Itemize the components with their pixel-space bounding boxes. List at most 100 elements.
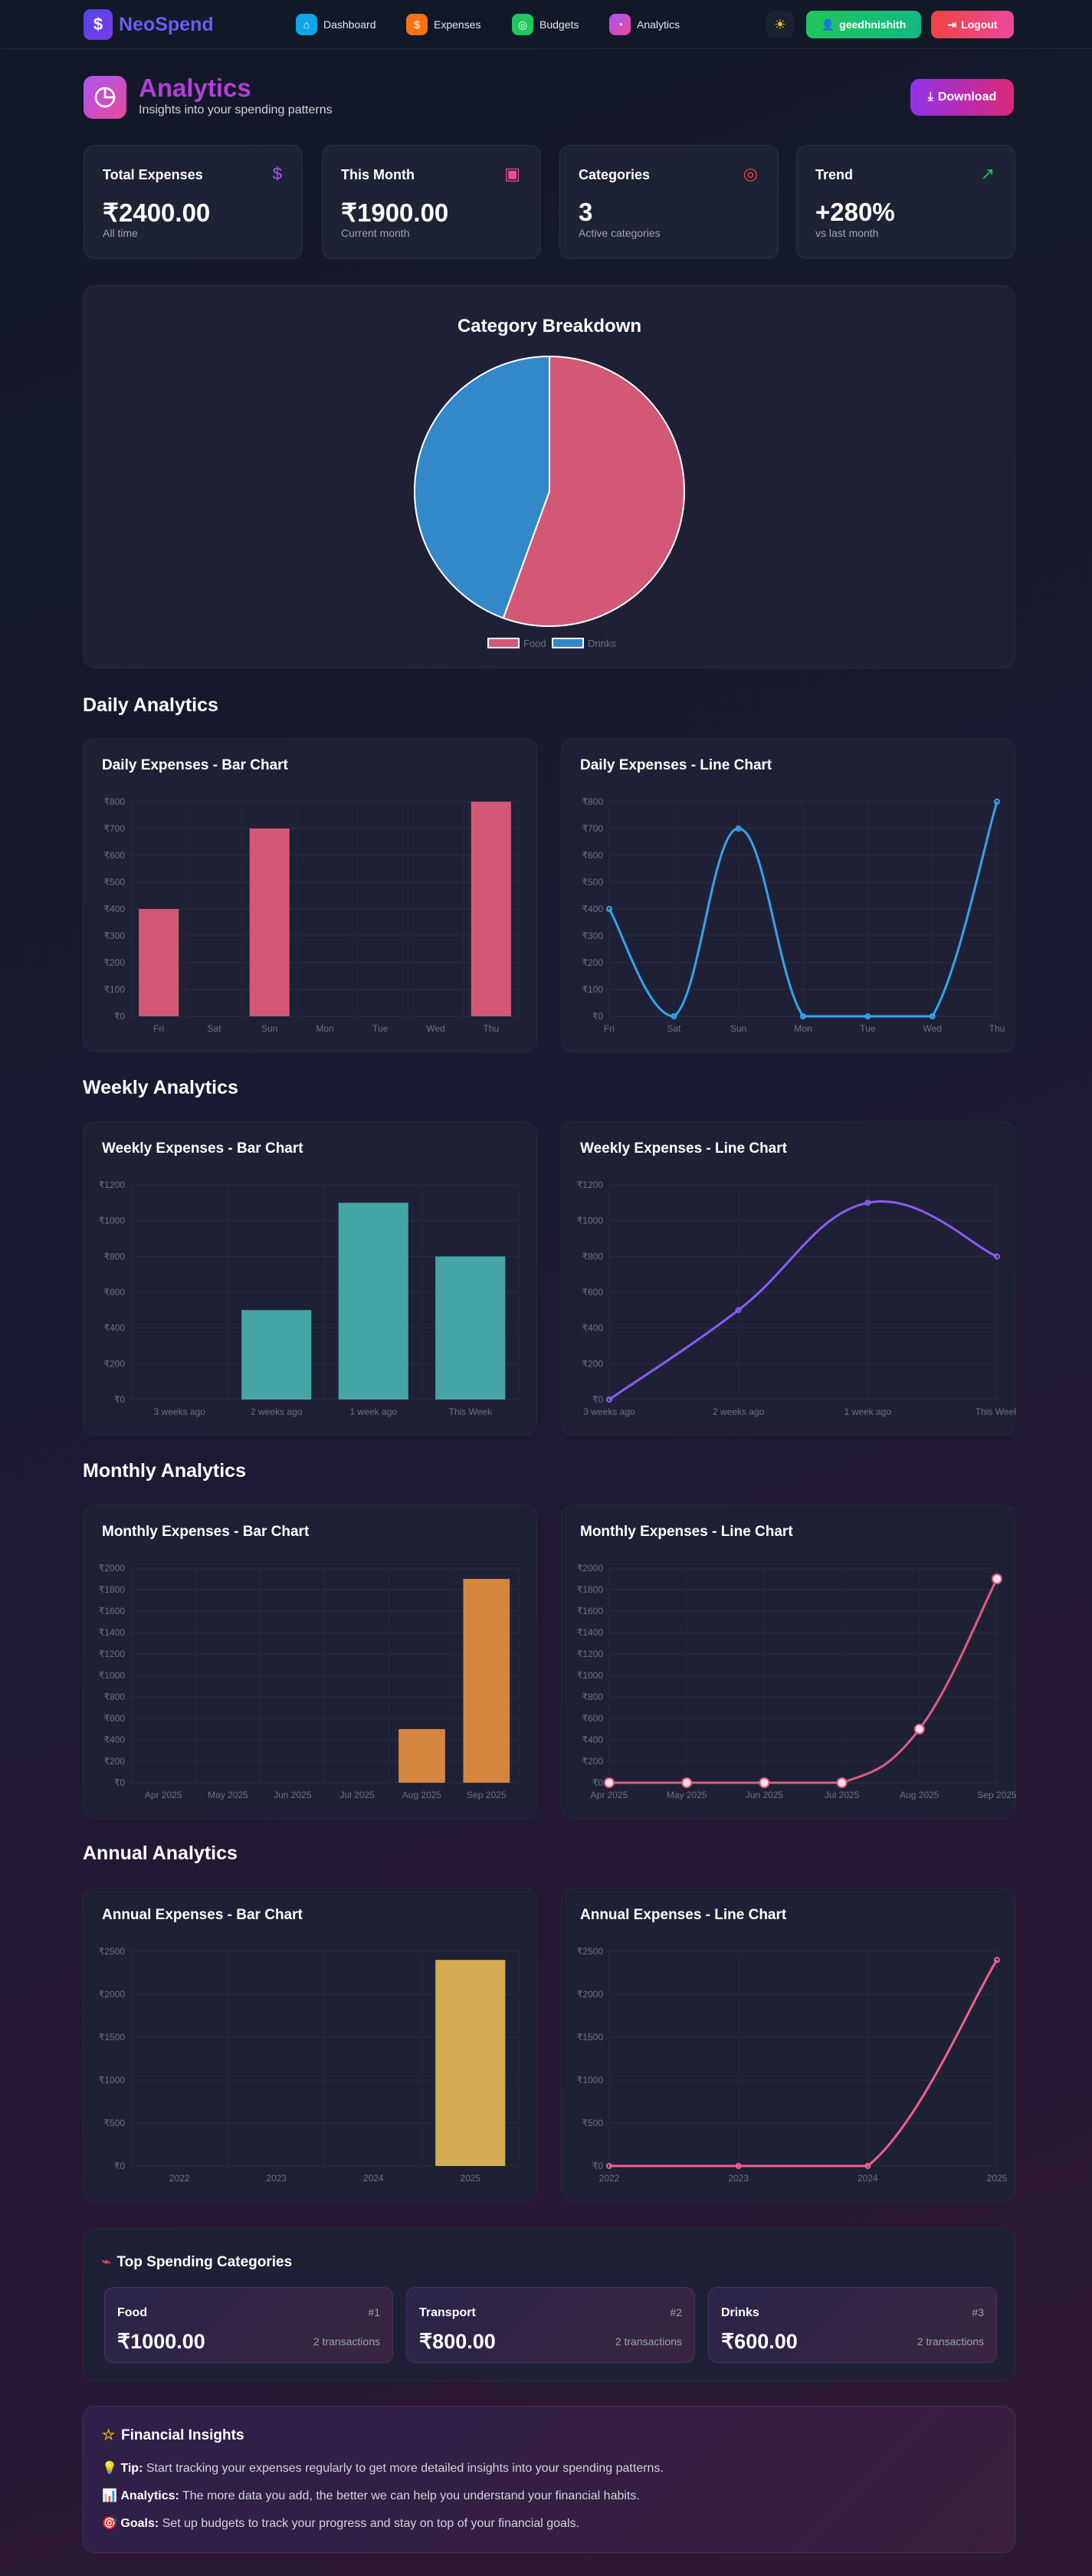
y-tick-label: ₹700 bbox=[582, 823, 603, 834]
download-button[interactable]: ⤓ Download bbox=[910, 79, 1014, 116]
calendar-icon: ▣ bbox=[504, 164, 520, 183]
chart-card: Monthly Expenses - Bar Chart ₹0 ₹200 ₹400 ₹6… bbox=[83, 1505, 537, 1819]
section-title-monthly: Monthly Analytics bbox=[83, 1460, 246, 1482]
top-categories-card: ⌁ Top Spending Categories Food #1 ₹1000.00 2… bbox=[83, 2228, 1015, 2381]
nav-budgets[interactable]: ◎ Budgets bbox=[512, 14, 579, 35]
series-line bbox=[608, 1578, 999, 1784]
stat-sub: vs last month bbox=[815, 227, 879, 239]
y-tick-label: ₹1600 bbox=[577, 1606, 604, 1616]
y-tick-label: ₹300 bbox=[103, 930, 125, 941]
y-tick-label: ₹0 bbox=[114, 1011, 126, 1022]
stat-value: +280% bbox=[815, 198, 895, 226]
y-tick-label: ₹500 bbox=[582, 2118, 603, 2128]
y-tick-label: ₹200 bbox=[582, 1756, 603, 1767]
nav-expenses[interactable]: $ Expenses bbox=[406, 14, 480, 35]
bar-chart-icon: 📊 bbox=[102, 2489, 117, 2502]
logout-button[interactable]: ⇥ Logout bbox=[931, 11, 1014, 38]
x-tick-label: Jun 2025 bbox=[274, 1790, 312, 1800]
category-item: Drinks #3 ₹600.00 2 transactions bbox=[708, 2287, 997, 2363]
stat-sub: Current month bbox=[341, 227, 410, 239]
y-tick-label: ₹800 bbox=[582, 796, 603, 807]
insight-tip: 💡 Tip: Start tracking your expenses regu… bbox=[102, 2460, 664, 2476]
nav-analytics[interactable]: ◔ Analytics bbox=[609, 14, 680, 35]
y-tick-label: ₹800 bbox=[103, 796, 125, 807]
pie-title: Category Breakdown bbox=[457, 316, 641, 336]
bar-sun bbox=[249, 829, 290, 1016]
category-name: Food bbox=[117, 2306, 148, 2319]
chart-title: Monthly Expenses - Bar Chart bbox=[102, 1524, 310, 1540]
y-tick-label: ₹1500 bbox=[577, 2032, 604, 2043]
bar-fri bbox=[139, 909, 179, 1016]
category-count: 2 transactions bbox=[615, 2335, 682, 2348]
user-button[interactable]: 👤 geedhnishith bbox=[806, 11, 921, 38]
x-tick-label: 2022 bbox=[169, 2173, 190, 2184]
activity-icon: ⌁ bbox=[102, 2254, 111, 2270]
stat-sub: All time bbox=[103, 227, 138, 239]
brand-logo[interactable]: $ NeoSpend bbox=[84, 9, 214, 40]
x-tick-label: Apr 2025 bbox=[145, 1790, 182, 1800]
bar-aug-2025 bbox=[398, 1729, 445, 1783]
data-point-aug-2025 bbox=[913, 1724, 925, 1734]
x-tick-label: 2025 bbox=[987, 2173, 1008, 2184]
bar-2-weeks-ago bbox=[241, 1310, 312, 1400]
pie-chart: Category Breakdown Food Drinks bbox=[414, 316, 685, 649]
chart-title: Weekly Expenses - Line Chart bbox=[580, 1140, 787, 1157]
y-tick-label: ₹1200 bbox=[99, 1180, 126, 1190]
y-tick-label: ₹200 bbox=[582, 957, 603, 968]
chart-title: Daily Expenses - Line Chart bbox=[580, 757, 772, 773]
x-tick-label: Wed bbox=[923, 1023, 941, 1034]
y-tick-label: ₹1000 bbox=[99, 1216, 126, 1226]
category-name: Transport bbox=[419, 2306, 476, 2319]
username: geedhnishith bbox=[839, 18, 907, 31]
y-tick-label: ₹500 bbox=[103, 877, 125, 888]
target-icon: ◎ bbox=[512, 14, 533, 35]
x-tick-label: 2025 bbox=[460, 2173, 480, 2184]
y-tick-label: ₹600 bbox=[103, 1287, 125, 1298]
y-tick-label: ₹0 bbox=[592, 2161, 604, 2171]
insight-text: Start tracking your expenses regularly t… bbox=[143, 2462, 664, 2475]
y-tick-label: ₹1400 bbox=[99, 1627, 126, 1638]
dollar-icon: $ bbox=[272, 164, 282, 183]
y-tick-label: ₹200 bbox=[103, 1358, 125, 1369]
annual-line-chart: ₹0 ₹500 ₹1000 ₹1500 ₹2000 ₹2500 2022 2023 2024 20… bbox=[577, 1946, 1008, 2184]
x-tick-label: Fri bbox=[604, 1023, 615, 1034]
x-tick-label: 2024 bbox=[858, 2173, 878, 2184]
target-icon: ◎ bbox=[743, 164, 758, 183]
home-icon: ⌂ bbox=[296, 14, 317, 35]
category-item: Food #1 ₹1000.00 2 transactions bbox=[104, 2287, 393, 2363]
x-tick-label: Sat bbox=[207, 1023, 221, 1034]
y-tick-label: ₹500 bbox=[582, 877, 603, 888]
logout-icon: ⇥ bbox=[947, 18, 957, 31]
insight-label: Goals: bbox=[120, 2517, 159, 2530]
insight-analytics: 📊 Analytics: The more data you add, the … bbox=[102, 2488, 640, 2503]
y-tick-label: ₹800 bbox=[103, 1692, 125, 1702]
nav-label: Expenses bbox=[434, 18, 481, 31]
nav-label: Budgets bbox=[539, 18, 579, 31]
weekly-line-chart: ₹0 ₹200 ₹400 ₹600 ₹800 ₹1000 ₹1200 3 weeks ago 2… bbox=[577, 1180, 1020, 1417]
y-tick-label: ₹1000 bbox=[99, 2075, 126, 2085]
bar-thu bbox=[471, 802, 511, 1016]
section-title-daily: Daily Analytics bbox=[83, 694, 218, 716]
y-tick-label: ₹0 bbox=[114, 1777, 126, 1788]
logout-label: Logout bbox=[961, 18, 998, 31]
y-tick-label: ₹1600 bbox=[99, 1606, 126, 1616]
insight-text: The more data you add, the better we can… bbox=[179, 2489, 640, 2502]
y-tick-label: ₹1200 bbox=[99, 1649, 126, 1659]
category-amount: ₹600.00 bbox=[721, 2330, 798, 2353]
y-tick-label: ₹400 bbox=[103, 1734, 125, 1745]
nav-dashboard[interactable]: ⌂ Dashboard bbox=[296, 14, 376, 35]
data-point-jul-2025 bbox=[836, 1777, 848, 1788]
brand-name: NeoSpend bbox=[119, 13, 214, 35]
legend-swatch bbox=[552, 638, 584, 648]
nav-label: Dashboard bbox=[323, 18, 376, 31]
theme-toggle-sun-icon[interactable]: ☀ bbox=[766, 11, 794, 38]
data-point-jun-2025 bbox=[759, 1777, 770, 1788]
insight-text: Set up budgets to track your progress an… bbox=[159, 2517, 579, 2530]
category-amount: ₹1000.00 bbox=[117, 2330, 205, 2353]
y-tick-label: ₹2500 bbox=[99, 1946, 126, 1957]
x-tick-label: Mon bbox=[316, 1023, 333, 1034]
x-tick-label: Thu bbox=[989, 1023, 1005, 1034]
stat-card-trend: Trend ↗ +280% vs last month bbox=[796, 145, 1015, 259]
x-tick-label: 2 weeks ago bbox=[713, 1406, 765, 1417]
stat-card-month: This Month ▣ ₹1900.00 Current month bbox=[322, 145, 541, 259]
